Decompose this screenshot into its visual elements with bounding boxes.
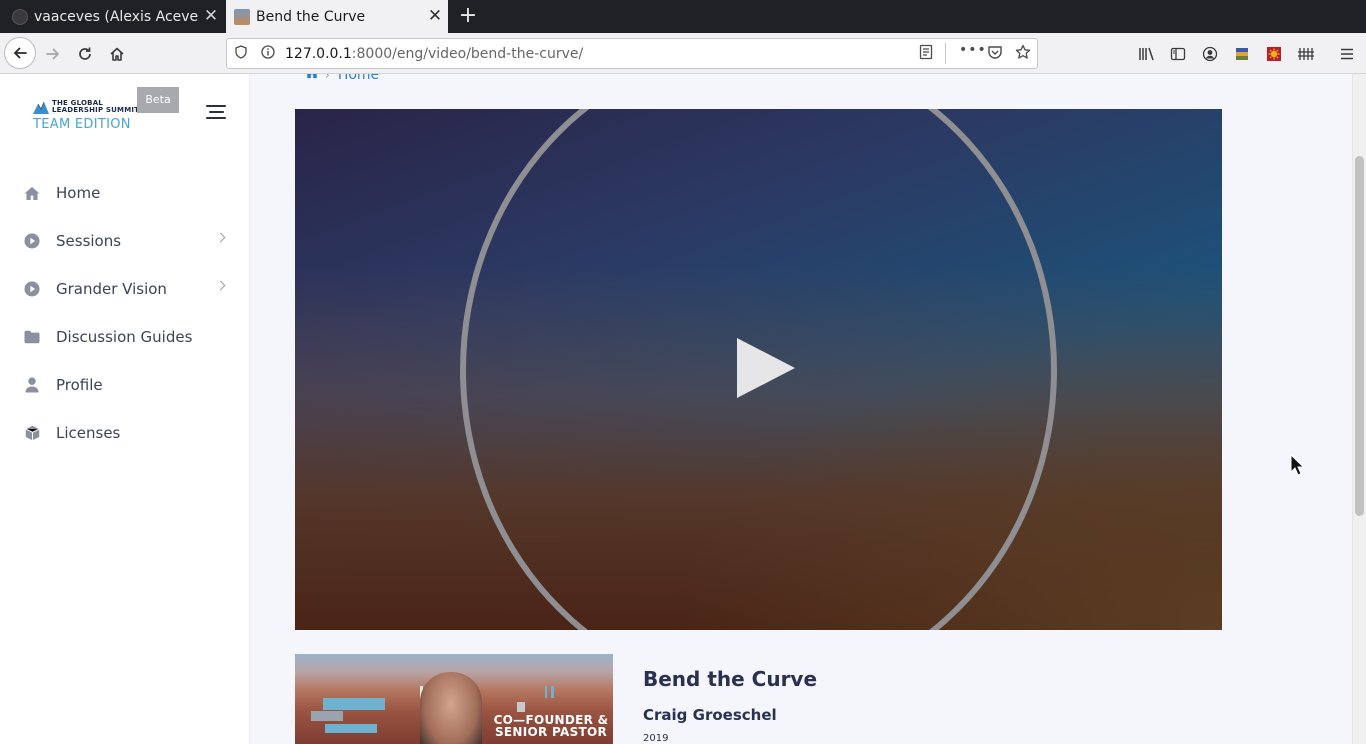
forward-button[interactable] bbox=[38, 39, 68, 69]
session-speaker: Craig Groeschel bbox=[643, 706, 777, 724]
browser-tab[interactable]: vaaceves (Alexis Aceves) ✕ bbox=[0, 0, 224, 33]
account-icon[interactable] bbox=[1199, 44, 1221, 64]
thumbnail-decor bbox=[545, 686, 547, 698]
sidebar-item-home[interactable]: Home bbox=[0, 169, 250, 217]
back-button[interactable] bbox=[4, 37, 36, 69]
hamburger-line bbox=[209, 111, 224, 113]
sidebar-toggle-button[interactable] bbox=[206, 105, 226, 121]
sidebar-item-grander-vision[interactable]: Grander Vision bbox=[0, 265, 250, 313]
breadcrumb-separator: › bbox=[325, 74, 330, 82]
breadcrumb-home-link[interactable]: Home bbox=[338, 74, 379, 83]
logo-text-line2: LEADERSHIP SUMMIT bbox=[52, 106, 140, 114]
mountain-logo-icon bbox=[33, 101, 49, 114]
play-icon[interactable] bbox=[736, 337, 796, 399]
thumbnail-caption: CO—FOUNDER & SENIOR PASTOR bbox=[493, 713, 609, 739]
thumbnail-decor bbox=[551, 686, 554, 698]
thumbnail-decor bbox=[325, 724, 377, 733]
thumbnail-decor bbox=[323, 698, 385, 710]
browser-menu-icon[interactable] bbox=[1336, 44, 1358, 64]
sidebar-item-label: Sessions bbox=[56, 232, 122, 250]
user-icon bbox=[24, 377, 40, 393]
sidebar-item-licenses[interactable]: Licenses bbox=[0, 409, 250, 457]
page-scrollbar[interactable] bbox=[1352, 74, 1366, 744]
reload-icon bbox=[79, 47, 91, 60]
sidebar-item-profile[interactable]: Profile bbox=[0, 361, 250, 409]
shield-icon[interactable] bbox=[235, 45, 247, 63]
play-circle-icon bbox=[24, 281, 40, 297]
site-logo[interactable]: THE GLOBAL LEADERSHIP SUMMIT TEAM EDITIO… bbox=[33, 98, 143, 138]
info-icon[interactable] bbox=[261, 45, 275, 63]
house-icon bbox=[110, 47, 124, 61]
arrow-right-icon bbox=[46, 48, 60, 60]
hamburger-line bbox=[206, 105, 226, 107]
sidebar-item-label: Home bbox=[56, 184, 101, 202]
url-separator bbox=[945, 43, 946, 64]
video-player[interactable] bbox=[295, 109, 1222, 630]
sidebar-item-label: Licenses bbox=[56, 424, 121, 442]
address-bar[interactable]: 127.0.0.1:8000/eng/video/bend-the-curve/… bbox=[226, 38, 1038, 69]
box-icon bbox=[24, 425, 40, 441]
session-thumbnail[interactable]: CO—FOUNDER & SENIOR PASTOR bbox=[295, 654, 613, 744]
browser-navigation-bar: 127.0.0.1:8000/eng/video/bend-the-curve/… bbox=[0, 33, 1366, 74]
github-favicon-icon bbox=[12, 8, 28, 25]
session-year: 2019 bbox=[643, 733, 669, 744]
reload-button[interactable] bbox=[70, 39, 100, 69]
thumbnail-decor bbox=[311, 711, 343, 721]
url-text[interactable]: 127.0.0.1:8000/eng/video/bend-the-curve/ bbox=[285, 46, 583, 62]
home-icon[interactable] bbox=[305, 74, 319, 83]
site-favicon-icon bbox=[234, 8, 250, 25]
sidebar-item-label: Profile bbox=[56, 376, 103, 394]
tab-label: Bend the Curve bbox=[256, 8, 366, 25]
folder-icon bbox=[24, 329, 40, 345]
logo-text-line3: TEAM EDITION bbox=[33, 117, 131, 132]
browser-tab-active[interactable]: Bend the Curve ✕ bbox=[226, 0, 448, 33]
home-button[interactable] bbox=[102, 39, 132, 69]
arrow-left-icon bbox=[13, 47, 27, 59]
extension-grid-icon[interactable] bbox=[1295, 44, 1317, 64]
home-icon bbox=[24, 185, 40, 201]
sidebar-item-label: Discussion Guides bbox=[56, 328, 193, 346]
browser-tab-bar: vaaceves (Alexis Aceves) ✕ Bend the Curv… bbox=[0, 0, 1366, 33]
scrollbar-thumb[interactable] bbox=[1355, 156, 1364, 516]
sidebar-menu: Home Sessions Grander Vision Discussion … bbox=[0, 169, 250, 457]
main-content: › Home CO—FOUNDER & SENIOR PASTOR Bend t… bbox=[250, 74, 1352, 744]
sidebar-item-sessions[interactable]: Sessions bbox=[0, 217, 250, 265]
chevron-right-icon bbox=[215, 280, 226, 291]
chevron-right-icon bbox=[215, 232, 226, 243]
tab-close-icon[interactable]: ✕ bbox=[198, 0, 224, 33]
sidebar-item-label: Grander Vision bbox=[56, 280, 167, 298]
play-circle-icon bbox=[24, 233, 40, 249]
page-actions-icon[interactable]: ••• bbox=[959, 42, 987, 58]
sidebar-item-discussion-guides[interactable]: Discussion Guides bbox=[0, 313, 250, 361]
extension-flag-icon[interactable] bbox=[1231, 44, 1253, 64]
session-title: Bend the Curve bbox=[643, 667, 818, 691]
extension-sun-icon[interactable] bbox=[1263, 44, 1285, 64]
breadcrumb: › Home bbox=[305, 74, 379, 83]
thumbnail-decor bbox=[517, 702, 525, 712]
tab-close-icon[interactable]: ✕ bbox=[422, 0, 448, 33]
hamburger-line bbox=[206, 117, 226, 119]
tab-label: vaaceves (Alexis Aceves) bbox=[34, 8, 198, 25]
library-icon[interactable] bbox=[1136, 44, 1158, 64]
beta-badge: Beta bbox=[137, 87, 179, 113]
sidebar-toggle-icon[interactable] bbox=[1167, 44, 1189, 64]
app-sidebar: THE GLOBAL LEADERSHIP SUMMIT TEAM EDITIO… bbox=[0, 74, 250, 744]
new-tab-button[interactable]: + bbox=[448, 0, 488, 33]
bookmark-star-icon[interactable] bbox=[1015, 44, 1031, 64]
mouse-pointer-icon bbox=[1290, 454, 1304, 476]
speaker-portrait bbox=[420, 672, 482, 744]
pocket-icon[interactable] bbox=[987, 44, 1003, 64]
reader-view-icon[interactable] bbox=[919, 44, 933, 64]
